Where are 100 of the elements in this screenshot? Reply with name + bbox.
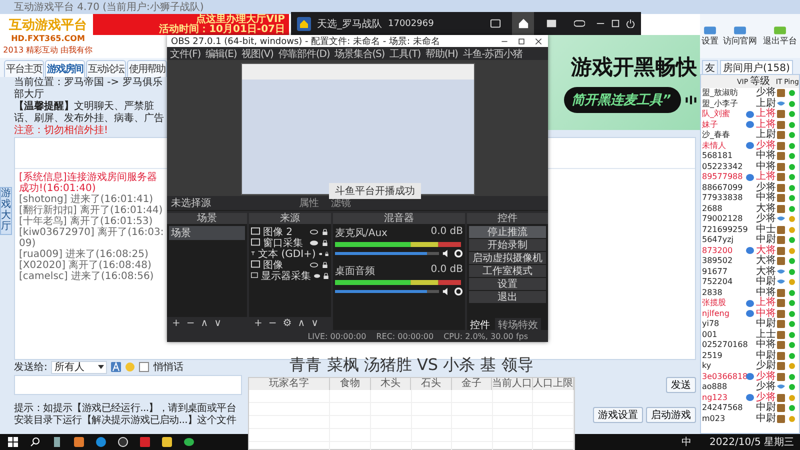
box-icon [777,173,785,182]
font-icon[interactable] [111,362,122,372]
toolbar-button[interactable]: 退出平台 [763,24,797,48]
box-icon [777,194,785,202]
source-tool-button[interactable]: − [266,318,279,328]
user-list-tab[interactable]: 友 [702,60,718,74]
menu-item[interactable]: 斗鱼-苏西小猪 [462,46,522,60]
app-icon[interactable] [74,437,84,447]
scene-tool-button[interactable]: ∨ [212,318,224,328]
ime-indicator[interactable]: 中 [682,435,692,449]
source-tool-button[interactable]: ⚙ [280,318,294,328]
box-icon [777,257,785,266]
scene-tool-button[interactable]: ∧ [198,318,210,328]
source-tool-button[interactable]: ∧ [296,318,308,328]
source-tool-button[interactable]: + [252,318,264,328]
game-hall-tab[interactable]: 游戏大厅 [0,187,12,235]
control-button[interactable]: 开始录制 [469,239,546,251]
menu-item[interactable]: 工具(T) [390,46,421,60]
lock-icon[interactable] [321,262,329,268]
caret-icon[interactable] [98,365,104,369]
close-icon[interactable] [535,38,542,44]
lock-icon[interactable] [322,272,329,278]
menu-item[interactable]: 视图(V) [242,46,274,60]
lock-icon[interactable] [325,250,329,256]
chat-icon[interactable] [184,437,194,447]
user-rank: 少将 [756,382,777,392]
game-icon[interactable] [162,437,172,447]
menu-item[interactable]: 场景集合(S) [334,46,385,60]
game-button[interactable]: 游戏设置 [593,407,643,423]
toolbar-icon [703,24,717,36]
toolbar-button[interactable]: 访问官网 [723,24,757,48]
control-button[interactable]: 退出 [469,291,546,303]
menu-item[interactable]: 文件(F) [170,46,201,60]
control-button[interactable]: 停止推流 [469,226,546,238]
chat-input[interactable] [14,375,242,395]
source-tool-button[interactable]: ∨ [309,318,320,328]
control-button[interactable]: 启动虚拟摄像机 [469,252,546,264]
dock-tab[interactable]: 转场特效 [495,318,541,330]
user-rank: 上尉 [756,130,777,140]
chat-message: [kiw03672970] 离开了(16:03:09) [19,227,165,249]
home-tab[interactable] [512,12,534,35]
user-rank: 上将 [756,172,777,182]
user-name: 妹子 [701,120,719,130]
browser-icon[interactable] [96,437,106,447]
user-name: 001 [701,330,718,340]
menu-item[interactable]: 停靠部件(D) [278,46,330,60]
user-name: 389502 [701,256,734,266]
settings-icon[interactable] [454,249,463,258]
user-name: ao888 [701,382,728,392]
nav-tab[interactable]: 使用帮助 [127,60,167,77]
control-button[interactable]: 设置 [469,278,546,290]
clock-date[interactable]: 2022/10/5 星期三 [710,435,794,449]
user-rank: 大将 [756,246,777,256]
user-name: 568181 [701,151,734,162]
volume-slider[interactable] [335,290,439,293]
lock-icon[interactable] [321,240,329,246]
source-item[interactable]: 图像 2 [263,224,307,238]
settings-icon[interactable] [454,287,463,296]
whisper-checkbox[interactable] [139,362,150,372]
panel-header: 控件 [467,213,548,224]
nav-tab[interactable]: 平台主页 [4,60,44,77]
start-icon[interactable] [8,437,18,447]
source-item[interactable]: 文本 (GDI+) [258,246,316,260]
send-button[interactable]: 发送 [666,377,696,393]
source-item[interactable]: 窗口采集 [263,236,307,250]
recorder-icon[interactable] [118,437,128,447]
scene-tool-button[interactable]: + [170,318,182,328]
calculator-icon[interactable] [52,437,62,447]
nav-tab[interactable]: 互动论坛 [86,60,126,77]
menu-item[interactable]: 帮助(H) [426,46,458,60]
source-item[interactable]: 图像 [263,258,307,272]
dock-tab[interactable]: 控件 [467,318,493,330]
scene-tool-button[interactable]: − [184,318,197,328]
power-icon[interactable] [626,19,635,28]
vip-banner[interactable]: 点这里办理大厅VIP 活动时间：10月01日-07日 [93,14,289,35]
eye-icon[interactable] [310,228,318,234]
eye-icon[interactable] [310,240,318,246]
maximize-icon[interactable] [518,38,525,44]
game-button[interactable]: 启动游戏 [646,407,696,423]
nav-tab[interactable]: 游戏房间 [45,60,85,77]
search-icon[interactable] [30,437,40,447]
eye-icon[interactable] [310,262,318,268]
eye-icon[interactable] [318,250,322,256]
column-header: 木头 [370,378,411,390]
volume-slider[interactable] [335,252,439,255]
user-name: 721699259 [701,224,746,235]
control-button[interactable]: 工作室模式 [469,265,546,277]
menu-item[interactable]: 编辑(E) [206,46,237,60]
channel-reading: 0.0 dB [430,226,463,239]
eye-icon[interactable] [314,272,320,278]
source-item[interactable]: 显示器采集 [260,268,311,282]
user-name: 队_刘蜜 [701,109,731,120]
chat-message: [rua009] 进来了(16:08:25) [19,249,150,260]
scene-item[interactable]: 场景 [169,226,245,240]
column-header: 食物 [330,378,370,390]
user-list-tab[interactable]: 房间用户(158) [720,60,793,74]
source-button[interactable]: 属性 [295,196,323,210]
recipient-select[interactable]: 所有人 [51,360,108,374]
lock-icon[interactable] [321,228,329,234]
toolbar-button[interactable]: 设置 [702,24,718,48]
